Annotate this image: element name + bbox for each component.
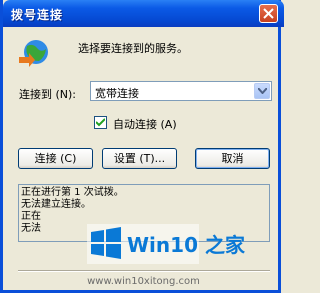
connect-to-label: 连接到 (N): xyxy=(19,88,77,101)
checkmark-icon xyxy=(96,118,105,127)
close-icon xyxy=(263,8,274,19)
log-line: 正在进行第 1 次试拨。 xyxy=(21,187,124,198)
windows-logo-icon xyxy=(91,227,121,259)
log-line: 无法建立连接。 xyxy=(21,199,91,210)
connect-to-value: 宽带连接 xyxy=(95,87,139,100)
dropdown-button[interactable] xyxy=(254,83,270,99)
title-bar[interactable]: 拨号连接 xyxy=(3,0,284,27)
divider xyxy=(18,270,270,272)
log-line: 正在 xyxy=(21,211,41,222)
dialup-window: 拨号连接 选择要连接到的服务。 连接到 (N): 宽带连接 自动连接 (A) 连… xyxy=(0,0,284,293)
log-line: 无法 xyxy=(21,223,41,234)
cancel-button[interactable]: 取消 xyxy=(195,148,270,169)
watermark-logo: Win10 之家 xyxy=(87,224,245,264)
watermark-url: www.win10xitong.com xyxy=(87,276,200,287)
prompt-text: 选择要连接到的服务。 xyxy=(78,42,188,55)
connect-button[interactable]: 连接 (C) xyxy=(18,148,93,169)
settings-button[interactable]: 设置 (T)... xyxy=(102,148,177,169)
window-title: 拨号连接 xyxy=(11,8,64,22)
watermark-brand: Win10 之家 xyxy=(127,233,245,257)
chevron-down-icon xyxy=(258,88,267,94)
auto-connect-checkbox[interactable] xyxy=(94,116,107,129)
auto-connect-label[interactable]: 自动连接 (A) xyxy=(113,116,177,132)
close-button[interactable] xyxy=(259,4,278,23)
connect-to-dropdown[interactable]: 宽带连接 xyxy=(90,81,272,101)
network-globe-icon xyxy=(19,40,48,67)
